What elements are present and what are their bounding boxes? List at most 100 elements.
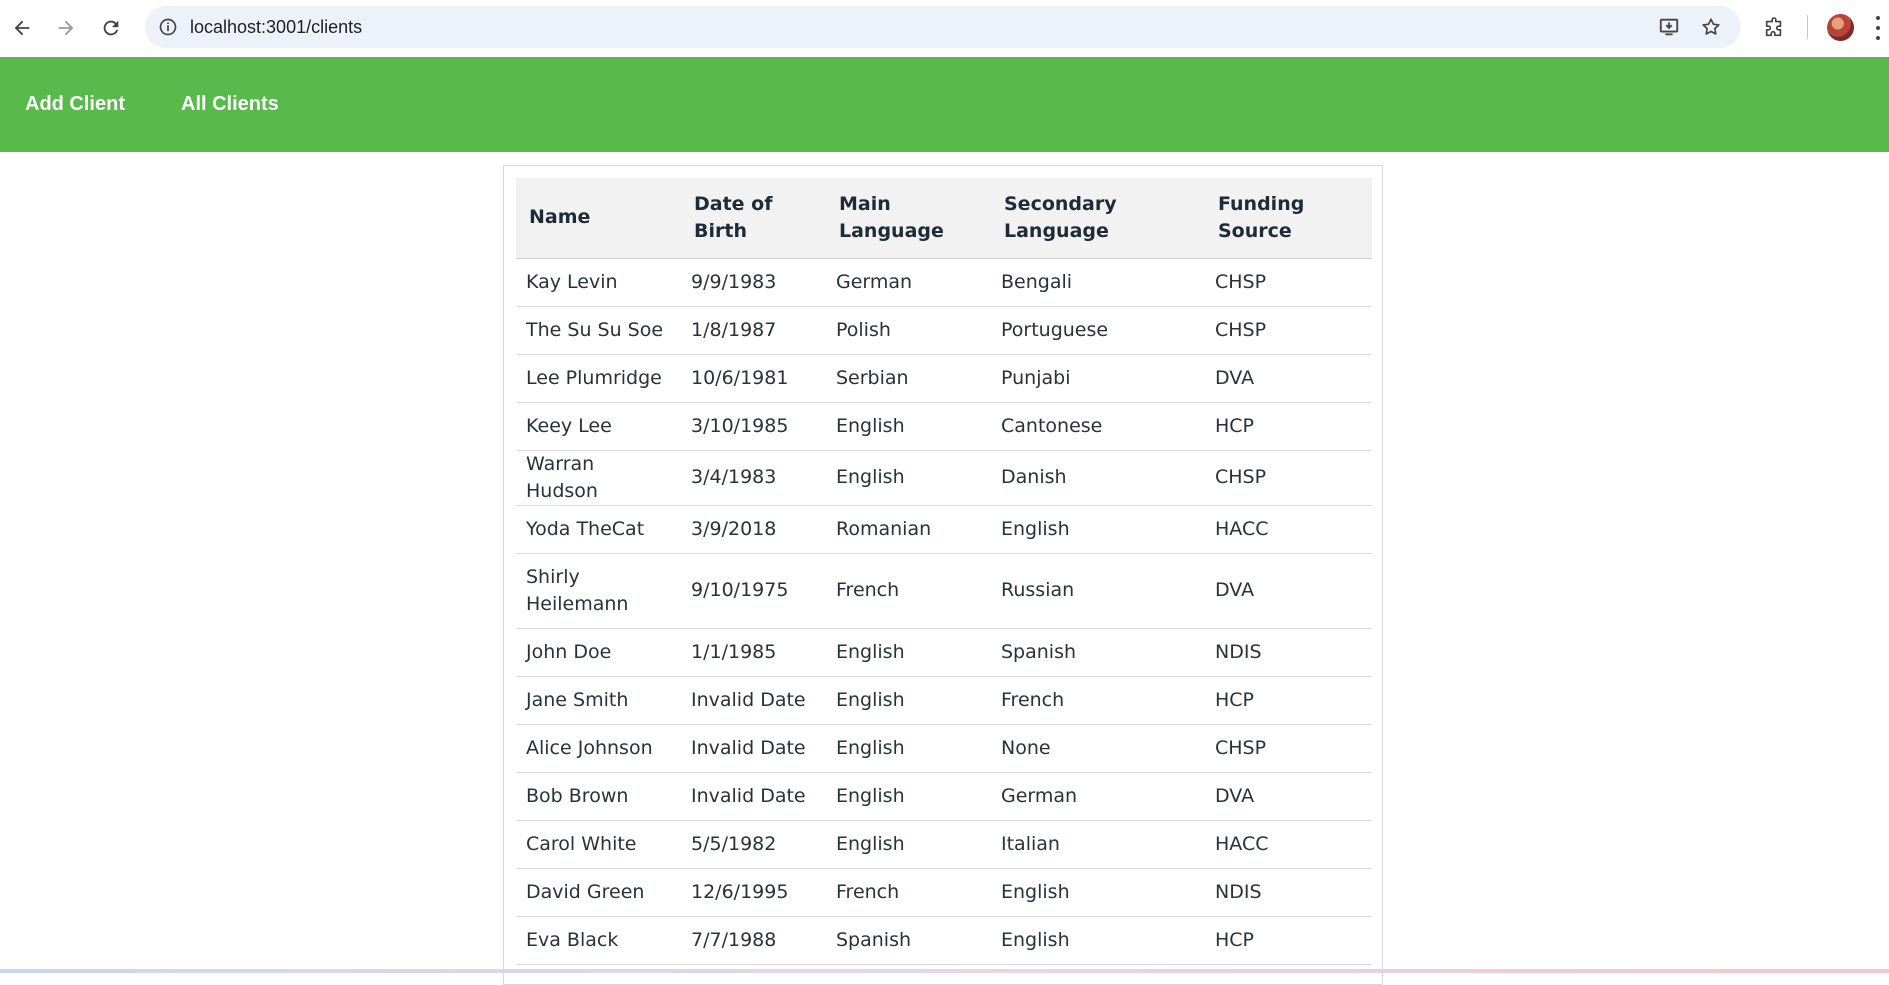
table-row: Carol White 5/5/1982 English Italian HAC… [516,820,1372,869]
header-name: Name [516,178,681,259]
profile-avatar[interactable] [1827,14,1854,41]
browser-toolbar: localhost:3001/clients [0,0,1889,56]
cell-name: Jane Smith [516,676,681,725]
table-row: Keey Lee 3/10/1985 English Cantonese HCP [516,402,1372,451]
clients-table: Name Date of Birth Main Language Seconda… [516,178,1372,965]
bookmark-star-icon [1702,18,1720,35]
table-row: The Su Su Soe 1/8/1987 Polish Portuguese… [516,306,1372,355]
cell-funding-source: HACC [1205,820,1372,869]
cell-name: Lee Plumridge [516,354,681,403]
cell-secondary-language: Bengali [991,258,1205,307]
cell-funding-source: HACC [1205,505,1372,554]
cell-name: David Green [516,868,681,917]
cell-dob: 3/10/1985 [681,402,826,451]
table-row: Eva Black 7/7/1988 Spanish English HCP [516,916,1372,965]
cell-main-language: English [826,772,991,821]
cell-funding-source: CHSP [1205,258,1372,307]
cell-name: Alice Johnson [516,724,681,773]
cell-funding-source: DVA [1205,553,1372,629]
cell-funding-source: CHSP [1205,306,1372,355]
cell-main-language: Romanian [826,505,991,554]
header-dob: Date of Birth [681,178,826,259]
table-header-row: Name Date of Birth Main Language Seconda… [516,178,1372,259]
cell-funding-source: NDIS [1205,628,1372,677]
table-row: John Doe 1/1/1985 English Spanish NDIS [516,628,1372,677]
cell-dob: 12/6/1995 [681,868,826,917]
cell-funding-source: HCP [1205,676,1372,725]
forward-icon [58,20,74,36]
cell-funding-source: NDIS [1205,868,1372,917]
back-icon [14,20,30,36]
cell-name: Keey Lee [516,402,681,451]
cell-secondary-language: Cantonese [991,402,1205,451]
header-secondary-language: Secondary Language [991,178,1205,259]
extensions-icon [1765,17,1782,37]
cell-main-language: English [826,820,991,869]
cell-main-language: English [826,450,991,506]
table-row: Kay Levin 9/9/1983 German Bengali CHSP [516,258,1372,307]
cell-name: Shirly Heilemann [516,553,681,629]
site-info-button[interactable] [151,10,185,44]
cell-main-language: German [826,258,991,307]
cell-name: Bob Brown [516,772,681,821]
header-main-language: Main Language [826,178,991,259]
cell-secondary-language: Russian [991,553,1205,629]
cell-secondary-language: Punjabi [991,354,1205,403]
install-app-icon [1659,18,1679,36]
cell-main-language: English [826,676,991,725]
cell-funding-source: CHSP [1205,450,1372,506]
cell-secondary-language: English [991,916,1205,965]
cell-funding-source: DVA [1205,772,1372,821]
table-row: David Green 12/6/1995 French English NDI… [516,868,1372,917]
cell-main-language: Polish [826,306,991,355]
back-button[interactable] [4,10,40,46]
app-navbar: Add Client All Clients [0,57,1889,152]
cell-funding-source: CHSP [1205,724,1372,773]
browser-menu-icon[interactable] [1874,16,1882,40]
cell-dob: 3/4/1983 [681,450,826,506]
toolbar-divider [1807,15,1808,39]
window-bottom-edge [0,969,1889,973]
reload-button[interactable] [93,10,129,46]
table-row: Yoda TheCat 3/9/2018 Romanian English HA… [516,505,1372,554]
cell-secondary-language: Danish [991,450,1205,506]
cell-secondary-language: English [991,868,1205,917]
cell-funding-source: HCP [1205,402,1372,451]
cell-dob: 7/7/1988 [681,916,826,965]
cell-main-language: English [826,402,991,451]
cell-dob: Invalid Date [681,676,826,725]
cell-secondary-language: German [991,772,1205,821]
forward-button[interactable] [48,10,84,46]
cell-name: Yoda TheCat [516,505,681,554]
cell-name: John Doe [516,628,681,677]
clients-panel: Name Date of Birth Main Language Seconda… [503,165,1383,985]
cell-name: Eva Black [516,916,681,965]
nav-all-clients[interactable]: All Clients [181,57,279,152]
cell-secondary-language: Italian [991,820,1205,869]
cell-secondary-language: Portuguese [991,306,1205,355]
cell-main-language: Serbian [826,354,991,403]
table-row: Bob Brown Invalid Date English German DV… [516,772,1372,821]
table-row: Lee Plumridge 10/6/1981 Serbian Punjabi … [516,354,1372,403]
url-text[interactable]: localhost:3001/clients [190,6,362,48]
header-funding-source: Funding Source [1205,178,1372,259]
table-row: Shirly Heilemann 9/10/1975 French Russia… [516,553,1372,629]
cell-dob: 3/9/2018 [681,505,826,554]
extensions-button[interactable] [1756,10,1792,46]
cell-main-language: English [826,628,991,677]
cell-secondary-language: Spanish [991,628,1205,677]
nav-add-client[interactable]: Add Client [25,57,125,152]
cell-funding-source: HCP [1205,916,1372,965]
address-bar[interactable]: localhost:3001/clients [145,6,1741,48]
cell-main-language: Spanish [826,916,991,965]
install-app-button[interactable] [1653,11,1685,43]
cell-dob: 1/8/1987 [681,306,826,355]
cell-dob: 5/5/1982 [681,820,826,869]
cell-funding-source: DVA [1205,354,1372,403]
table-row: Alice Johnson Invalid Date English None … [516,724,1372,773]
bookmark-button[interactable] [1695,11,1727,43]
table-row: Jane Smith Invalid Date English French H… [516,676,1372,725]
cell-dob: Invalid Date [681,772,826,821]
cell-main-language: French [826,553,991,629]
cell-dob: 9/9/1983 [681,258,826,307]
